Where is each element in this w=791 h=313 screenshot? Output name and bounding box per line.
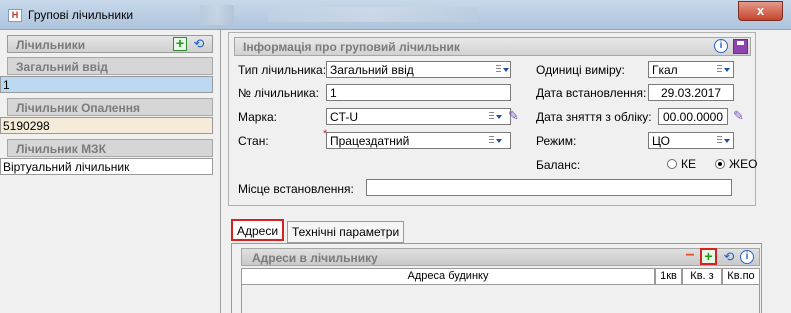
state-select[interactable]: Працездатний — [326, 132, 511, 149]
info-icon[interactable]: i — [740, 250, 754, 264]
app-icon: Н — [8, 9, 22, 22]
removal-date-label: Дата зняття з обліку: — [536, 110, 652, 124]
refresh-meters-button[interactable]: ⟲ — [192, 37, 206, 51]
column-header-apt-from[interactable]: Кв. з — [682, 268, 722, 285]
meter-number-label: № лічильника: — [238, 86, 319, 100]
section-header-mzk-meter: Лічильник МЗК — [7, 139, 213, 157]
section-label: Лічильник МЗК — [16, 142, 106, 156]
meters-header: Лічильники + ⟲ — [7, 35, 213, 53]
list-item[interactable]: 1 — [0, 76, 213, 93]
blurred-title-text — [268, 7, 478, 22]
brand-label: Марка: — [238, 110, 277, 124]
dropdown-icon[interactable] — [487, 110, 503, 124]
addresses-header-label: Адреси в лічильнику — [252, 251, 378, 265]
save-icon[interactable] — [733, 39, 748, 54]
dropdown-icon[interactable] — [715, 63, 731, 77]
balance-option-ke: КЕ — [681, 157, 696, 171]
balance-option-zheo: ЖЕО — [729, 157, 758, 171]
refresh-addresses-button[interactable]: ⟲ — [722, 250, 736, 264]
list-item[interactable]: 5190298 — [0, 117, 213, 134]
remove-address-button[interactable]: − — [683, 248, 697, 264]
blurred-title-area — [200, 5, 234, 25]
location-label: Місце встановлення: — [238, 182, 354, 196]
column-header-first-apt[interactable]: 1кв — [655, 268, 682, 285]
close-button[interactable]: x — [738, 1, 783, 21]
brand-select[interactable]: CT-U — [326, 108, 511, 125]
column-header-apt-to[interactable]: Кв.по — [722, 268, 760, 285]
info-icon[interactable]: i — [714, 39, 728, 53]
dropdown-icon[interactable] — [715, 134, 731, 148]
section-header-heating-meter: Лічильник Опалення — [7, 98, 213, 116]
tab-technical-params[interactable]: Технічні параметри — [287, 221, 405, 243]
meter-type-label: Тип лічильника: — [238, 63, 327, 77]
removal-date-input[interactable]: 00.00.0000 — [658, 108, 728, 125]
section-label: Загальний ввід — [16, 60, 108, 74]
title-bar: Н Групові лічильники x — [0, 0, 791, 30]
balance-radio-zheo[interactable] — [715, 159, 725, 169]
units-label: Одиниці виміру: — [536, 63, 625, 77]
meters-header-label: Лічильники — [16, 38, 86, 52]
meter-type-select[interactable]: Загальний ввід — [326, 61, 511, 78]
meters-panel: Лічильники + ⟲ Загальний ввід 1 Лічильни… — [0, 30, 221, 313]
info-header-label: Інформація про груповий лічильник — [243, 40, 460, 54]
window-title: Групові лічильники — [28, 8, 134, 22]
pencil-icon[interactable]: ✎ — [508, 108, 526, 124]
addresses-grid-body — [241, 285, 760, 313]
section-label: Лічильник Опалення — [16, 101, 140, 115]
tab-addresses[interactable]: Адреси — [231, 219, 285, 241]
add-meter-button[interactable]: + — [173, 36, 187, 51]
install-date-label: Дата встановлення: — [536, 86, 647, 100]
add-address-button[interactable]: + — [700, 248, 717, 265]
dropdown-icon[interactable] — [494, 63, 510, 77]
info-header: Інформація про груповий лічильник i — [234, 37, 751, 56]
install-date-input[interactable]: 29.03.2017 — [648, 84, 734, 101]
mode-label: Режим: — [536, 134, 577, 148]
list-item[interactable]: Віртуальний лічильник — [0, 158, 213, 175]
location-input[interactable] — [366, 179, 732, 196]
state-label: Стан: — [238, 134, 269, 148]
balance-label: Баланс: — [536, 158, 581, 172]
section-header-general-input: Загальний ввід — [7, 57, 213, 75]
dropdown-icon[interactable] — [487, 134, 503, 148]
meter-number-input[interactable]: 1 — [326, 84, 511, 101]
column-header-address[interactable]: Адреса будинку — [241, 268, 655, 285]
pencil-icon[interactable]: ✎ — [733, 108, 751, 124]
balance-radio-ke[interactable] — [667, 159, 677, 169]
